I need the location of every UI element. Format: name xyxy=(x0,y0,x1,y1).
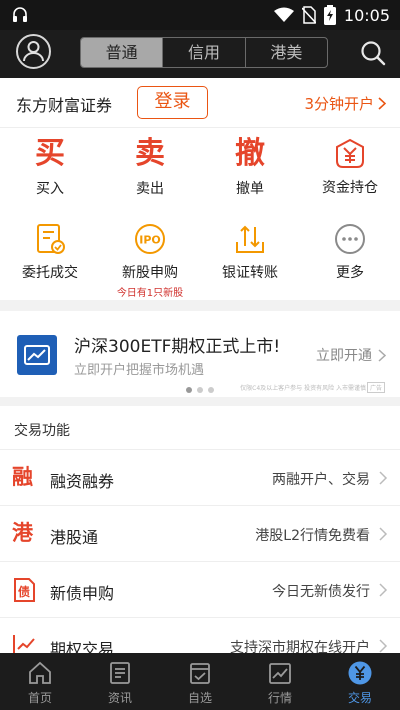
tab-label: 行情 xyxy=(267,691,292,705)
svg-text:IPO: IPO xyxy=(139,234,161,247)
list-item-desc: 两融开户、交易 xyxy=(272,472,370,488)
chart-logo-icon xyxy=(17,335,57,375)
quick-action-grid: 买 买入 卖 卖出 撤 撤单 资金持仓 委托成交 IPO 新股申购 今日有1只新… xyxy=(0,128,400,300)
tab-label: 资讯 xyxy=(107,691,132,705)
funds-holdings-label: 资金持仓 xyxy=(322,180,378,196)
segment-credit[interactable]: 信用 xyxy=(163,38,246,67)
carousel-dots xyxy=(186,387,214,393)
sell-button[interactable]: 卖 卖出 xyxy=(100,136,200,198)
carousel-dot[interactable] xyxy=(208,387,214,393)
ipo-count-note: 今日有1只新股 xyxy=(116,288,184,299)
sell-label: 卖出 xyxy=(136,181,164,197)
list-item-desc: 今日无新债发行 xyxy=(272,584,370,600)
top-bar: 普通 信用 港美 xyxy=(0,30,400,78)
yuan-shield-icon xyxy=(336,138,364,168)
login-row: 东方财富证券 登录 3分钟开户 xyxy=(0,78,400,128)
segment-hk-us[interactable]: 港美 xyxy=(246,38,327,67)
open-account-link[interactable]: 3分钟开户 xyxy=(304,93,386,114)
status-bar: 10:05 xyxy=(0,0,400,30)
bank-transfer-label: 银证转账 xyxy=(222,265,278,281)
list-item-label: 融资融券 xyxy=(50,472,115,491)
list-item-margin-trading[interactable]: 融 融资融券 两融开户、交易 xyxy=(0,450,400,506)
open-account-label: 3分钟开户 xyxy=(304,95,374,113)
trade-yuan-icon xyxy=(348,661,372,685)
banner-subtitle: 立即开户把握市场机遇 xyxy=(74,363,205,378)
cancel-order-icon: 撤 xyxy=(235,136,265,171)
transfer-icon xyxy=(236,225,264,253)
segment-normal[interactable]: 普通 xyxy=(81,38,164,67)
promo-banner[interactable]: 沪深300ETF期权正式上市! 立即开户把握市场机遇 立即开通 仅限C4及以上客… xyxy=(0,311,400,397)
carousel-dot[interactable] xyxy=(197,387,203,393)
funds-holdings-button[interactable]: 资金持仓 xyxy=(300,137,400,197)
ad-tag: 广告 xyxy=(366,382,385,393)
home-icon xyxy=(29,661,51,684)
search-icon[interactable] xyxy=(360,40,386,66)
orders-trades-label: 委托成交 xyxy=(22,265,78,281)
bank-transfer-button[interactable]: 银证转账 xyxy=(200,222,300,282)
tab-label: 自选 xyxy=(187,691,212,705)
list-item-desc: 港股L2行情免费看 xyxy=(255,528,370,544)
more-button[interactable]: 更多 xyxy=(300,222,400,282)
tab-label: 首页 xyxy=(27,691,52,705)
watchlist-icon xyxy=(190,663,210,684)
account-type-segmented-control: 普通 信用 港美 xyxy=(80,37,328,68)
headset-notification-icon xyxy=(13,7,27,22)
no-sim-icon xyxy=(301,6,316,24)
banner-action-label: 立即开通 xyxy=(316,348,372,364)
user-icon xyxy=(23,41,44,62)
svg-text:债: 债 xyxy=(18,584,30,599)
margin-icon: 融 xyxy=(12,465,33,489)
ipo-subscribe-label: 新股申购 xyxy=(122,265,178,281)
tab-news[interactable]: 资讯 xyxy=(80,653,160,710)
risk-disclaimer: 仅限C4及以上客户参与 投资有风险 入市需谨慎 xyxy=(240,385,366,392)
buy-label: 买入 xyxy=(36,181,64,197)
cancel-order-button[interactable]: 撤 撤单 xyxy=(200,136,300,198)
buy-button[interactable]: 买 买入 xyxy=(0,136,100,198)
chevron-right-icon xyxy=(378,97,386,110)
buy-icon: 买 xyxy=(35,136,65,171)
more-icon xyxy=(335,224,365,254)
market-icon xyxy=(269,663,291,684)
avatar[interactable] xyxy=(16,34,51,69)
sell-icon: 卖 xyxy=(135,136,165,171)
list-item-new-bonds[interactable]: 债 新债申购 今日无新债发行 xyxy=(0,562,400,618)
chevron-right-icon xyxy=(379,471,388,485)
chevron-right-icon xyxy=(379,527,388,541)
bond-icon: 债 xyxy=(14,578,35,602)
section-header: 交易功能 xyxy=(0,406,400,450)
section-title: 交易功能 xyxy=(14,423,70,439)
hk-connect-icon: 港 xyxy=(12,521,33,545)
ipo-icon: IPO xyxy=(135,224,165,254)
document-check-icon xyxy=(37,224,65,254)
list-item-label: 港股通 xyxy=(50,528,99,547)
tab-trade[interactable]: 交易 xyxy=(320,653,400,710)
list-item-label: 新债申购 xyxy=(50,584,115,603)
tab-home[interactable]: 首页 xyxy=(0,653,80,710)
carousel-dot[interactable] xyxy=(186,387,192,393)
ipo-subscribe-button[interactable]: IPO 新股申购 今日有1只新股 xyxy=(100,222,200,299)
battery-charging-icon xyxy=(323,5,336,25)
tab-label: 交易 xyxy=(347,691,372,705)
wifi-icon xyxy=(273,7,294,22)
chevron-right-icon xyxy=(379,639,388,653)
banner-open-now[interactable]: 立即开通 xyxy=(316,345,386,365)
orders-trades-button[interactable]: 委托成交 xyxy=(0,222,100,282)
bottom-tab-bar: 首页 资讯 自选 行情 交易 xyxy=(0,653,400,710)
cancel-order-label: 撤单 xyxy=(236,181,264,197)
chevron-right-icon xyxy=(378,348,386,362)
banner-title: 沪深300ETF期权正式上市! xyxy=(74,337,281,357)
news-icon xyxy=(110,662,130,684)
list-item-hk-connect[interactable]: 港 港股通 港股L2行情免费看 xyxy=(0,506,400,562)
chevron-right-icon xyxy=(379,583,388,597)
tab-market[interactable]: 行情 xyxy=(240,653,320,710)
more-label: 更多 xyxy=(336,265,364,281)
broker-name: 东方财富证券 xyxy=(16,96,113,115)
tab-watchlist[interactable]: 自选 xyxy=(160,653,240,710)
login-button[interactable]: 登录 xyxy=(137,86,208,119)
clock: 10:05 xyxy=(343,5,390,25)
